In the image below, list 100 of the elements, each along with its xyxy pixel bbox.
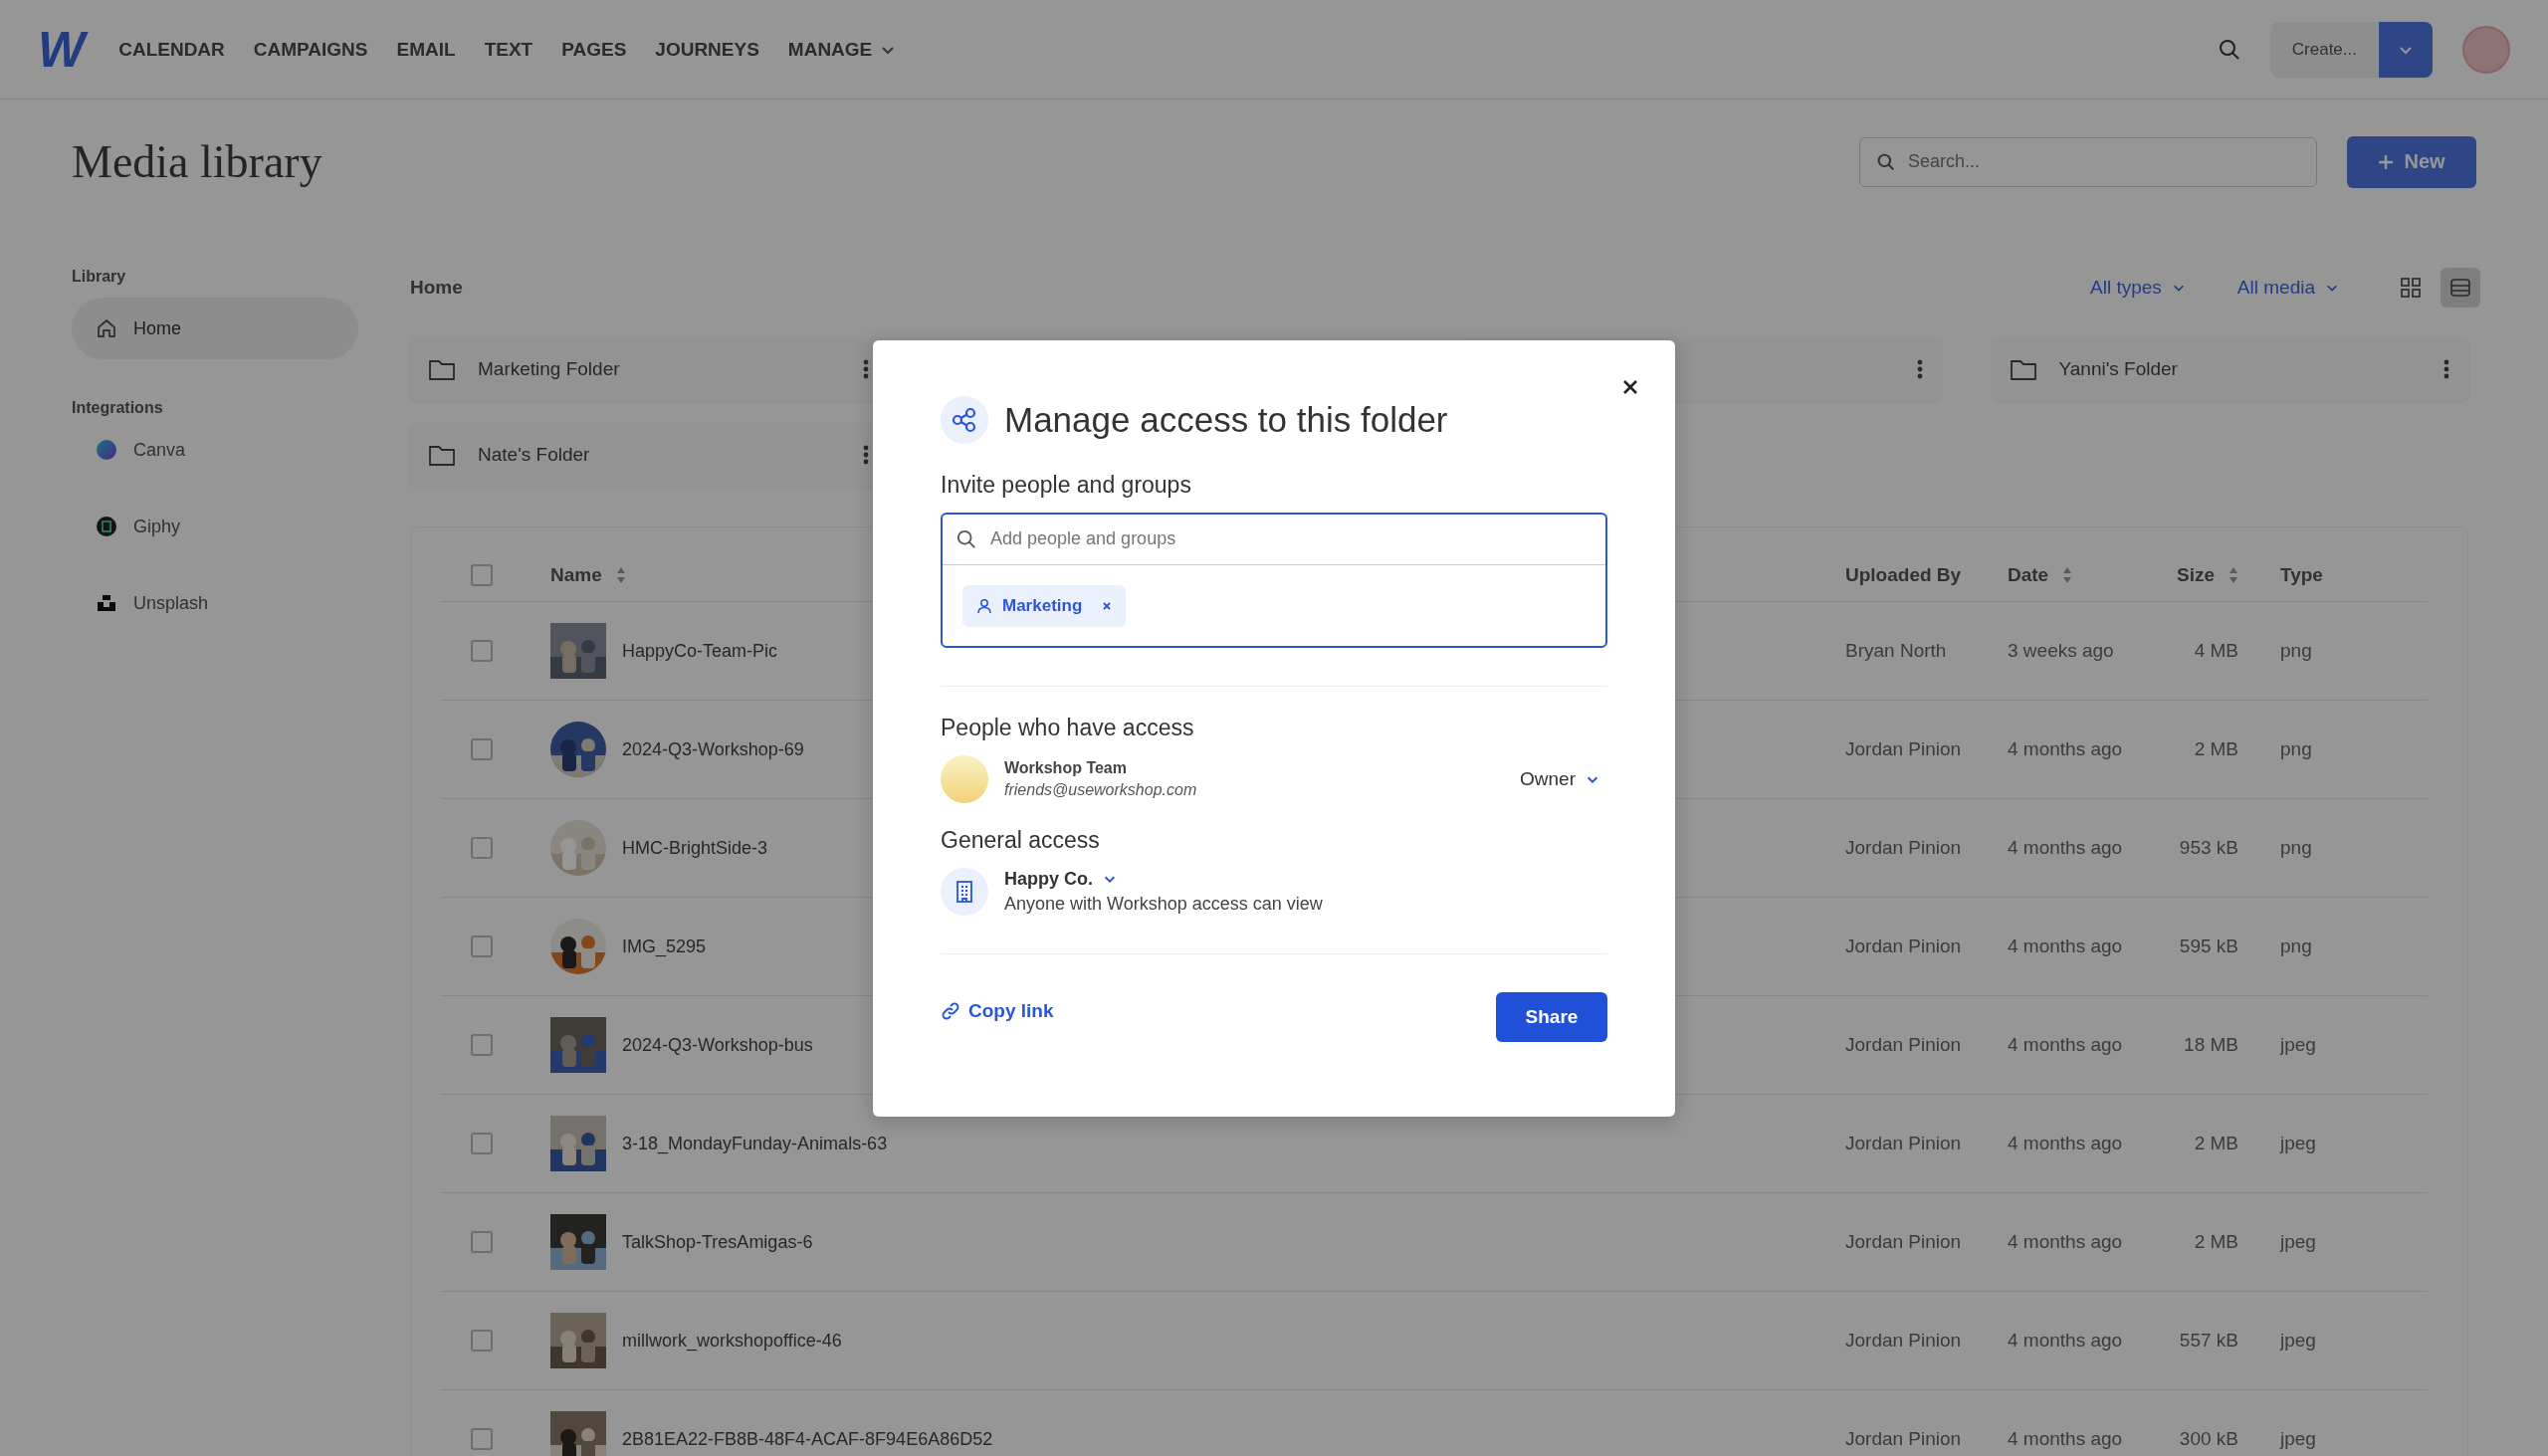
nav-link[interactable]: PAGES [561, 38, 627, 61]
uploader-name: Jordan Pinion [1845, 738, 1963, 760]
folder-name: Yanni's Folder [2058, 358, 2178, 380]
nav-link[interactable]: TEXT [484, 38, 533, 61]
upload-date: 4 months ago [2008, 738, 2124, 760]
invite-field[interactable]: Add people and groups Marketing [941, 512, 1607, 648]
row-checkbox[interactable] [471, 738, 493, 760]
sort-icon [2229, 566, 2238, 584]
remove-icon[interactable] [1102, 600, 1113, 611]
folder-card[interactable]: Marketing Folder [410, 337, 888, 401]
file-name: 2B81EA22-FB8B-48F4-ACAF-8F94E6A86D52 [622, 1428, 993, 1450]
folder-name: Nate's Folder [478, 444, 590, 466]
sidebar-item[interactable]: Canva [72, 419, 358, 481]
sidebar-item[interactable]: Giphy [72, 496, 358, 557]
folder-icon [2009, 357, 2037, 381]
upload-date: 4 months ago [2008, 1330, 2124, 1352]
organization-dropdown[interactable]: Happy Co. [1004, 868, 1323, 890]
nav-link[interactable]: EMAIL [396, 38, 456, 61]
folder-card[interactable]: Yanni's Folder [1991, 337, 2468, 401]
row-checkbox[interactable] [471, 1330, 493, 1352]
group-chip[interactable]: Marketing [962, 584, 1127, 627]
row-checkbox[interactable] [471, 837, 493, 859]
file-size: 557 kB [2178, 1330, 2239, 1352]
search-field[interactable]: Search... [1859, 136, 2317, 187]
upload-date: 4 months ago [2008, 1133, 2124, 1154]
file-type: png [2279, 640, 2313, 662]
file-type: jpeg [2278, 1034, 2317, 1056]
upload-date: 4 months ago [2008, 936, 2124, 957]
sort-icon [2062, 566, 2073, 584]
folder-icon [428, 357, 456, 381]
row-checkbox[interactable] [471, 1034, 493, 1056]
file-name: HappyCo-Team-Pic [622, 640, 778, 662]
search-icon [956, 528, 976, 549]
canva-icon [96, 439, 117, 461]
filter-dropdown[interactable]: All types [2090, 277, 2186, 299]
giphy-icon [96, 516, 117, 537]
close-icon[interactable] [1621, 377, 1639, 396]
upload-date: 3 weeks ago [2008, 640, 2115, 662]
more-icon[interactable] [861, 444, 870, 466]
section-heading: People who have access [941, 714, 1195, 741]
file-name: 3-18_MondayFunday-Animals-63 [622, 1133, 888, 1154]
file-name: TalkShop-TresAmigas-6 [622, 1231, 813, 1253]
column-header[interactable]: Size [2157, 564, 2248, 586]
share-icon [941, 395, 988, 444]
plus-icon [2378, 153, 2395, 170]
search-icon[interactable] [2218, 38, 2240, 61]
row-checkbox[interactable] [471, 1428, 493, 1450]
sidebar-item[interactable]: Home [72, 298, 358, 359]
file-name: millwork_workshopoffice-46 [622, 1330, 842, 1352]
section-heading: Invite people and groups [941, 471, 1192, 499]
share-button[interactable]: Share [1496, 991, 1607, 1042]
more-icon[interactable] [1915, 358, 1924, 380]
dialog-title: Manage access to this folder [1004, 399, 1448, 440]
row-checkbox[interactable] [471, 640, 493, 662]
file-size: 595 kB [2178, 936, 2239, 957]
uploader-name: Jordan Pinion [1845, 1133, 1963, 1154]
unsplash-icon [96, 592, 117, 614]
uploader-name: Bryan North [1845, 640, 1948, 662]
table-row[interactable]: millwork_workshopoffice-46 Jordan Pinion 4 months ago 557 kB jpeg [441, 1292, 2428, 1390]
file-name: 2024-Q3-Workshop-69 [622, 738, 804, 760]
nav-link[interactable]: JOURNEYS [655, 38, 759, 61]
building-icon [941, 867, 988, 916]
avatar-icon [941, 754, 988, 803]
create-dropdown-button[interactable] [2379, 21, 2433, 78]
person-name: Workshop Team [1004, 758, 1128, 777]
create-button[interactable]: Create... [2269, 21, 2379, 78]
more-icon[interactable] [861, 358, 870, 380]
table-row[interactable]: TalkShop-TresAmigas-6 Jordan Pinion 4 months ago 2 MB jpeg [441, 1193, 2428, 1292]
file-size: 4 MB [2193, 640, 2239, 662]
select-all-checkbox[interactable] [471, 564, 493, 586]
file-size: 18 MB [2183, 1034, 2239, 1056]
nav-link[interactable]: CALENDAR [118, 38, 225, 61]
uploader-name: Jordan Pinion [1845, 1231, 1963, 1253]
section-heading: Integrations [72, 399, 164, 417]
uploader-name: Jordan Pinion [1845, 1428, 1963, 1450]
row-checkbox[interactable] [471, 1231, 493, 1253]
row-checkbox[interactable] [471, 936, 493, 957]
nav-menu[interactable]: MANAGE [787, 38, 897, 61]
file-name: HMC-BrightSide-3 [622, 837, 768, 859]
file-size: 953 kB [2178, 837, 2239, 859]
access-description: Anyone with Workshop access can view [1004, 893, 1323, 915]
column-header[interactable]: Date [2008, 564, 2157, 586]
breadcrumb[interactable]: Home [410, 277, 463, 299]
row-checkbox[interactable] [471, 1133, 493, 1154]
new-button[interactable]: New [2347, 135, 2476, 188]
section-heading: General access [941, 826, 1101, 854]
list-view-button[interactable] [2441, 268, 2480, 308]
nav-link[interactable]: CAMPAIGNS [253, 38, 368, 61]
avatar-icon[interactable] [2462, 25, 2510, 74]
file-size: 2 MB [2193, 1133, 2239, 1154]
copy-link[interactable]: Copy link [941, 999, 1054, 1022]
page-title: Media library [72, 135, 322, 188]
file-size: 300 kB [2178, 1428, 2239, 1450]
sidebar-item[interactable]: Unsplash [72, 572, 358, 634]
role-dropdown[interactable]: Owner [1520, 767, 1599, 790]
filter-dropdown[interactable]: All media [2236, 277, 2339, 299]
table-row[interactable]: 2B81EA22-FB8B-48F4-ACAF-8F94E6A86D52 Jordan Pinion 4 months ago 300 kB jpeg [441, 1390, 2428, 1456]
more-icon[interactable] [2442, 358, 2450, 380]
uploader-name: Jordan Pinion [1845, 1034, 1963, 1056]
upload-date: 4 months ago [2008, 1428, 2124, 1450]
